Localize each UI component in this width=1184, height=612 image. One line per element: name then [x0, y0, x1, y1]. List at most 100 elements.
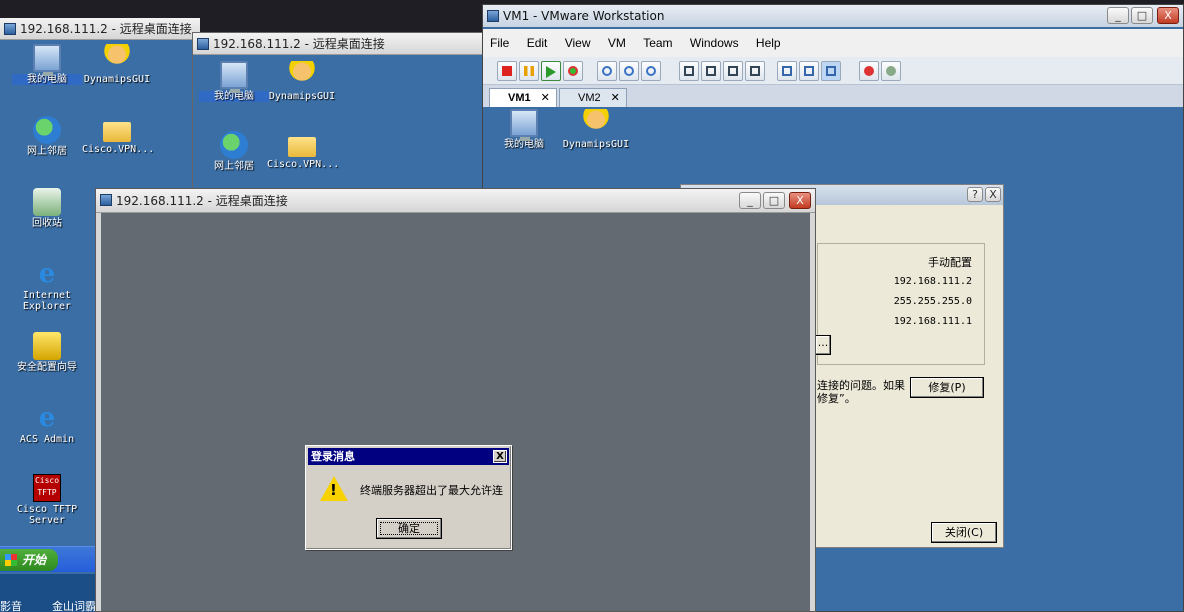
record-button[interactable] — [859, 61, 879, 81]
full-screen-button[interactable] — [723, 61, 743, 81]
start-button[interactable]: 开始 — [0, 549, 58, 571]
window-titlebar[interactable]: 192.168.111.2 - 远程桌面连接 — [0, 18, 200, 40]
folder-icon — [288, 137, 316, 157]
recycle-bin-icon — [33, 188, 61, 216]
console-view-button[interactable] — [799, 61, 819, 81]
menu-vm[interactable]: VM — [601, 29, 633, 57]
folder-icon — [103, 122, 131, 142]
desktop-icon-my-computer[interactable]: 我的电脑 — [12, 44, 82, 85]
snapshot-manager-button[interactable] — [641, 61, 661, 81]
acs-admin-icon: e — [38, 403, 56, 433]
window-titlebar[interactable]: 192.168.111.2 - 远程桌面连接 _ □ X — [96, 189, 815, 213]
dialog-close-button[interactable]: X — [493, 450, 507, 463]
vmware-app-icon — [487, 10, 499, 22]
partial-label-media[interactable]: 影音 — [0, 598, 22, 612]
taskbar: 开始 — [0, 546, 96, 572]
dialog-message: 终端服务器超出了最大允许连 — [360, 484, 503, 497]
close-tab-icon[interactable]: ✕ — [541, 92, 550, 104]
desktop-icon-dynamips[interactable]: DynamipsGUI — [561, 109, 631, 150]
maximize-button[interactable]: □ — [1131, 7, 1153, 24]
menu-view[interactable]: View — [558, 29, 598, 57]
desktop-icon-network-places[interactable]: 网上邻居 — [12, 116, 82, 157]
desktop-icon-acs-admin[interactable]: e ACS Admin — [12, 404, 82, 445]
summary-icon — [782, 66, 792, 76]
quick-switch-button[interactable] — [701, 61, 721, 81]
ok-button[interactable]: 确定 — [376, 518, 442, 539]
internet-explorer-icon: e — [38, 259, 56, 289]
security-wizard-icon — [33, 332, 61, 360]
fit-guest-button[interactable] — [821, 61, 841, 81]
menu-file[interactable]: File — [483, 29, 516, 57]
desktop-icon-cisco-vpn[interactable]: Cisco.VPN... — [267, 131, 339, 170]
close-button[interactable]: X — [789, 192, 811, 209]
power-on-button[interactable] — [541, 61, 561, 81]
repair-hint-line2: 修复”。 — [817, 392, 856, 405]
snapshot-icon — [602, 66, 612, 76]
replay-icon — [886, 66, 896, 76]
remote-desktop-icon — [100, 194, 112, 206]
remote-session-area[interactable] — [101, 213, 810, 611]
reset-button[interactable] — [563, 61, 583, 81]
dynamips-icon — [103, 44, 131, 72]
unity-button[interactable] — [745, 61, 765, 81]
partial-label-dictionary[interactable]: 金山词霸 — [52, 598, 96, 612]
sidebar-toggle-button[interactable] — [679, 61, 699, 81]
maximize-button[interactable]: □ — [763, 192, 785, 209]
desktop-icon-cisco-tftp[interactable]: Cisco TFTP Cisco TFTP Server — [12, 474, 82, 526]
dialog-close-button[interactable]: X — [985, 187, 1001, 202]
remote-desktop-icon — [4, 23, 16, 35]
menu-help[interactable]: Help — [749, 29, 788, 57]
console-icon — [804, 66, 814, 76]
desktop-icon-cisco-vpn[interactable]: Cisco.VPN... — [82, 116, 154, 155]
network-places-icon — [33, 116, 61, 144]
minimize-button[interactable]: _ — [739, 192, 761, 209]
remote-desktop-window-2: 192.168.111.2 - 远程桌面连接 我的电脑 DynamipsGUI … — [192, 32, 486, 192]
pause-icon — [524, 66, 534, 76]
window-title: 192.168.111.2 - 远程桌面连接 — [116, 194, 288, 208]
desktop-icon-internet-explorer[interactable]: e Internet Explorer — [12, 260, 82, 312]
vmware-titlebar[interactable]: VM1 - VMware Workstation _ □ X — [483, 5, 1183, 27]
desktop-icon-dynamips[interactable]: DynamipsGUI — [82, 44, 152, 85]
remote-desktop-icon — [197, 38, 209, 50]
vmware-tab-strip: VM1 ✕ VM2 ✕ — [483, 85, 1183, 107]
minimize-button[interactable]: _ — [1107, 7, 1129, 24]
repair-button[interactable]: 修复(P) — [910, 377, 984, 398]
menu-edit[interactable]: Edit — [520, 29, 555, 57]
host-bottom-strip: 影音 金山词霸 — [0, 574, 96, 612]
menu-team[interactable]: Team — [636, 29, 679, 57]
window-title: 192.168.111.2 - 远程桌面连接 — [20, 22, 192, 36]
desktop-icon-my-computer[interactable]: 我的电脑 — [489, 109, 559, 150]
summary-view-button[interactable] — [777, 61, 797, 81]
tab-vm2[interactable]: VM2 ✕ — [559, 88, 627, 107]
desktop-icon-my-computer[interactable]: 我的电脑 — [199, 61, 269, 102]
close-button[interactable]: X — [1157, 7, 1179, 24]
reset-icon — [568, 66, 578, 76]
revert-icon — [624, 66, 634, 76]
details-button[interactable]: ... — [815, 335, 831, 355]
close-button[interactable]: 关闭(C) — [931, 522, 997, 543]
desktop-icon-recycle-bin[interactable]: 回收站 — [12, 188, 82, 229]
close-tab-icon[interactable]: ✕ — [611, 92, 620, 104]
desktop-icon-network-places[interactable]: 网上邻居 — [199, 131, 269, 172]
ip-settings-group: 手动配置 192.168.111.2 255.255.255.0 192.168… — [817, 243, 985, 365]
record-icon — [864, 66, 874, 76]
vmware-title: VM1 - VMware Workstation — [503, 9, 665, 23]
tab-vm1[interactable]: VM1 ✕ — [489, 88, 557, 107]
power-off-button[interactable] — [497, 61, 517, 81]
desktop-icon-security-wizard[interactable]: 安全配置向导 — [6, 332, 88, 373]
network-places-icon — [220, 131, 248, 159]
snapshot-button[interactable] — [597, 61, 617, 81]
desktop-icon-dynamips[interactable]: DynamipsGUI — [267, 61, 337, 102]
revert-snapshot-button[interactable] — [619, 61, 639, 81]
help-button[interactable]: ? — [967, 187, 983, 202]
play-icon — [546, 66, 556, 78]
suspend-button[interactable] — [519, 61, 539, 81]
default-gateway: 192.168.111.1 — [893, 316, 972, 327]
fit-icon — [826, 66, 836, 76]
computer-icon — [33, 44, 61, 76]
replay-button[interactable] — [881, 61, 901, 81]
menu-windows[interactable]: Windows — [683, 29, 746, 57]
window-titlebar[interactable]: 192.168.111.2 - 远程桌面连接 — [193, 33, 485, 55]
address-type: 手动配置 — [928, 256, 972, 269]
dialog-titlebar[interactable]: 登录消息 X — [308, 448, 509, 465]
